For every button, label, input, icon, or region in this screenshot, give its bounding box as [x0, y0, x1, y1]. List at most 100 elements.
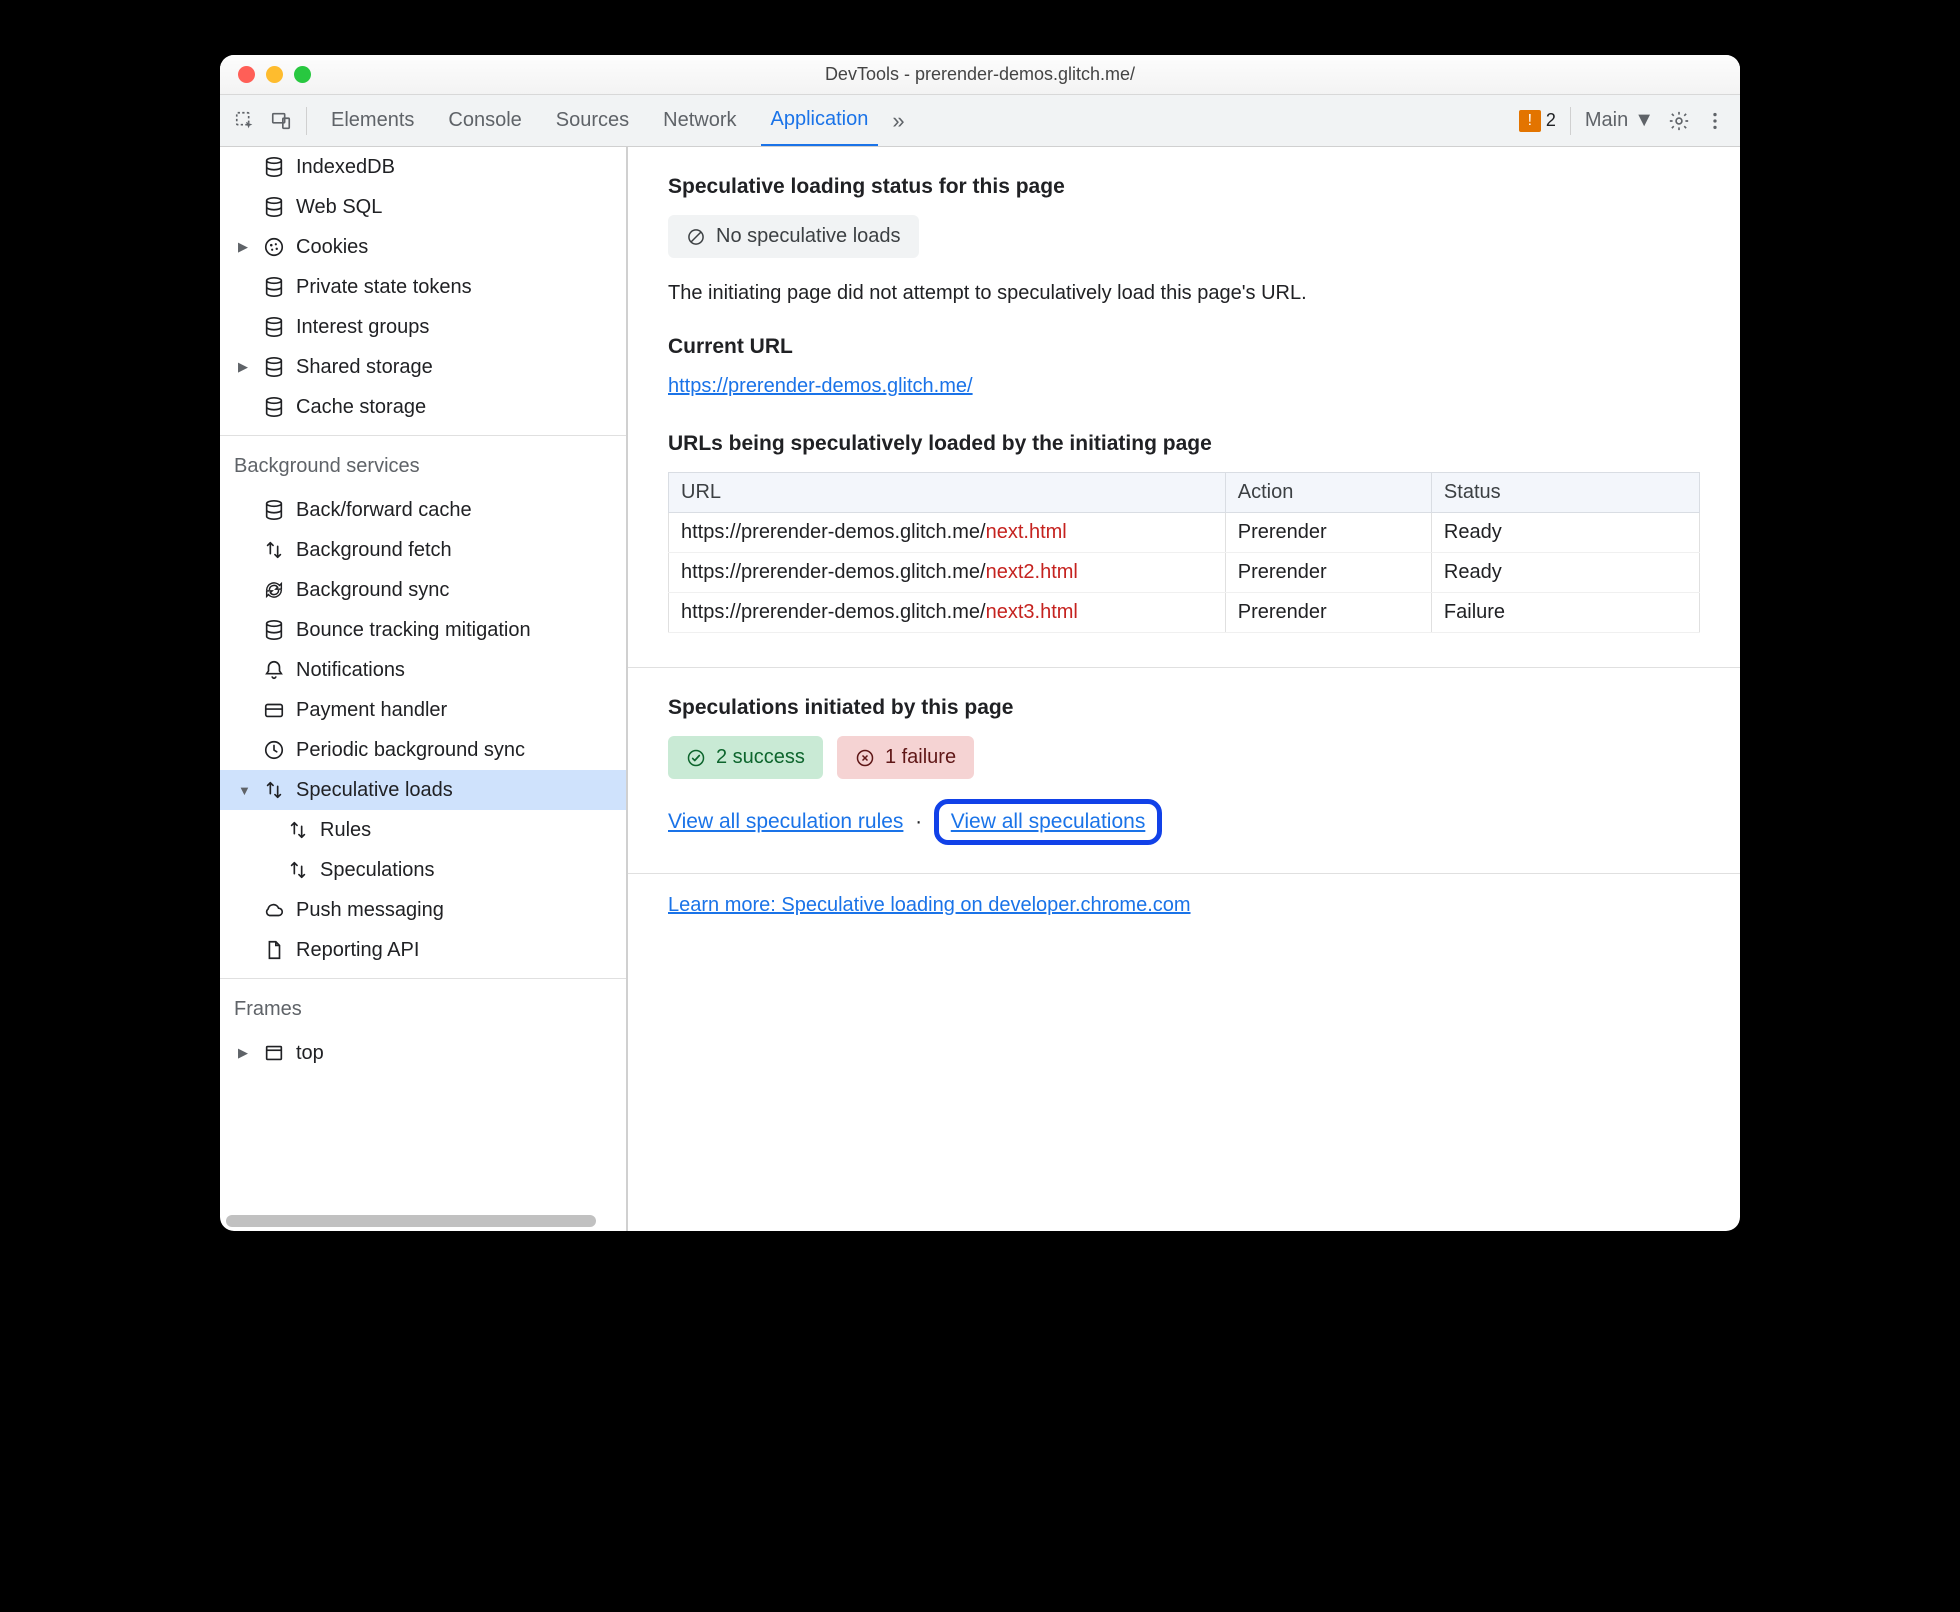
expand-arrow-icon[interactable]: ▶ [238, 1045, 252, 1061]
sidebar-item-reporting api[interactable]: Reporting API [220, 930, 626, 970]
db-icon [262, 315, 286, 339]
tab-console[interactable]: Console [438, 95, 531, 146]
speculative-loads-panel[interactable]: Speculative loading status for this page… [628, 147, 1740, 1231]
sidebar-item-back/forward cache[interactable]: Back/forward cache [220, 490, 626, 530]
status-cell: Ready [1431, 513, 1699, 553]
tab-elements[interactable]: Elements [321, 95, 424, 146]
view-all-speculations-link[interactable]: View all speculations [951, 810, 1146, 833]
device-toggle-icon[interactable] [270, 110, 292, 132]
updown-icon [262, 778, 286, 802]
sidebar-item-payment handler[interactable]: Payment handler [220, 690, 626, 730]
success-chip: 2 success [668, 736, 823, 779]
sidebar-item-frame-top[interactable]: ▶top [220, 1033, 626, 1073]
sidebar-item-rules[interactable]: Rules [220, 810, 626, 850]
sidebar-item-shared storage[interactable]: ▶ Shared storage [220, 347, 626, 387]
separator-dot: · [909, 810, 934, 833]
sidebar-item-web sql[interactable]: Web SQL [220, 187, 626, 227]
table-header[interactable]: URL [669, 473, 1226, 513]
expand-arrow-icon[interactable]: ▼ [238, 783, 252, 798]
devtools-window: DevTools - prerender-demos.glitch.me/ El… [220, 55, 1740, 1231]
window-title: DevTools - prerender-demos.glitch.me/ [825, 64, 1135, 85]
table-row[interactable]: https://prerender-demos.glitch.me/next2.… [669, 553, 1700, 593]
sidebar-item-interest groups[interactable]: Interest groups [220, 307, 626, 347]
sidebar-item-label: Cookies [296, 236, 368, 259]
toolbar-divider [1570, 107, 1571, 135]
action-cell: Prerender [1225, 513, 1431, 553]
learn-more-link[interactable]: Learn more: Speculative loading on devel… [668, 894, 1191, 916]
more-icon[interactable] [1704, 110, 1726, 132]
status-chip-label: No speculative loads [716, 225, 901, 248]
sidebar-item-background fetch[interactable]: Background fetch [220, 530, 626, 570]
expand-arrow-icon[interactable]: ▶ [238, 239, 252, 255]
warning-badge-icon: ! [1519, 110, 1541, 132]
table-heading: URLs being speculatively loaded by the i… [668, 432, 1700, 456]
table-header[interactable]: Status [1431, 473, 1699, 513]
sync-icon [262, 578, 286, 602]
bell-icon [262, 658, 286, 682]
sidebar-item-label: Speculations [320, 859, 435, 882]
sidebar-item-label: Notifications [296, 659, 405, 682]
db-icon [262, 355, 286, 379]
sidebar-item-speculations[interactable]: Speculations [220, 850, 626, 890]
db-icon [262, 195, 286, 219]
status-description: The initiating page did not attempt to s… [668, 282, 1700, 305]
action-cell: Prerender [1225, 593, 1431, 633]
sidebar-item-label: Periodic background sync [296, 739, 525, 762]
sidebar-item-indexeddb[interactable]: IndexedDB [220, 147, 626, 187]
cloud-icon [262, 898, 286, 922]
url-cell: https://prerender-demos.glitch.me/next.h… [669, 513, 1226, 553]
speculative-urls-table: URLActionStatus https://prerender-demos.… [668, 472, 1700, 633]
sidebar-item-private state tokens[interactable]: Private state tokens [220, 267, 626, 307]
sidebar-section-background-services: Background services [220, 442, 626, 490]
status-heading: Speculative loading status for this page [668, 175, 1700, 199]
expand-arrow-icon[interactable]: ▶ [238, 359, 252, 375]
check-icon [686, 748, 706, 768]
sidebar-item-speculative loads[interactable]: ▼Speculative loads [220, 770, 626, 810]
clock-icon [262, 738, 286, 762]
sidebar-item-label: Rules [320, 819, 371, 842]
sidebar-item-label: Private state tokens [296, 276, 472, 299]
sidebar-item-notifications[interactable]: Notifications [220, 650, 626, 690]
settings-icon[interactable] [1668, 110, 1690, 132]
url-cell: https://prerender-demos.glitch.me/next3.… [669, 593, 1226, 633]
sidebar-item-label: Shared storage [296, 356, 433, 379]
updown-icon [286, 818, 310, 842]
horizontal-scrollbar[interactable] [226, 1215, 596, 1227]
table-row[interactable]: https://prerender-demos.glitch.me/next3.… [669, 593, 1700, 633]
sidebar-item-background sync[interactable]: Background sync [220, 570, 626, 610]
sidebar-section-frames: Frames [220, 985, 626, 1033]
sidebar-item-cookies[interactable]: ▶ Cookies [220, 227, 626, 267]
sidebar-item-periodic background sync[interactable]: Periodic background sync [220, 730, 626, 770]
sidebar-item-label: Cache storage [296, 396, 426, 419]
warnings-indicator[interactable]: ! 2 [1519, 110, 1556, 132]
tab-sources[interactable]: Sources [546, 95, 639, 146]
db-icon [262, 395, 286, 419]
tabs-overflow-icon[interactable]: » [892, 108, 904, 134]
db-icon [262, 498, 286, 522]
cookie-icon [262, 235, 286, 259]
current-url-heading: Current URL [668, 335, 1700, 359]
tab-network[interactable]: Network [653, 95, 746, 146]
table-header[interactable]: Action [1225, 473, 1431, 513]
close-window[interactable] [238, 66, 255, 83]
sidebar-item-bounce tracking mitigation[interactable]: Bounce tracking mitigation [220, 610, 626, 650]
inspect-icon[interactable] [234, 110, 256, 132]
highlighted-link-box: View all speculations [934, 799, 1163, 845]
zoom-window[interactable] [294, 66, 311, 83]
sidebar-item-cache storage[interactable]: Cache storage [220, 387, 626, 427]
application-sidebar[interactable]: IndexedDB Web SQL ▶ Cookies Private state to… [220, 147, 628, 1231]
updown-icon [286, 858, 310, 882]
minimize-window[interactable] [266, 66, 283, 83]
titlebar: DevTools - prerender-demos.glitch.me/ [220, 55, 1740, 95]
tab-application[interactable]: Application [761, 95, 879, 146]
doc-icon [262, 938, 286, 962]
sidebar-item-label: Push messaging [296, 899, 444, 922]
sidebar-item-push messaging[interactable]: Push messaging [220, 890, 626, 930]
view-all-rules-link[interactable]: View all speculation rules [668, 810, 903, 833]
card-icon [262, 698, 286, 722]
table-row[interactable]: https://prerender-demos.glitch.me/next.h… [669, 513, 1700, 553]
current-url-link[interactable]: https://prerender-demos.glitch.me/ [668, 375, 973, 397]
no-loads-icon [686, 227, 706, 247]
context-selector[interactable]: Main ▼ [1585, 109, 1654, 132]
sidebar-item-label: Web SQL [296, 196, 382, 219]
